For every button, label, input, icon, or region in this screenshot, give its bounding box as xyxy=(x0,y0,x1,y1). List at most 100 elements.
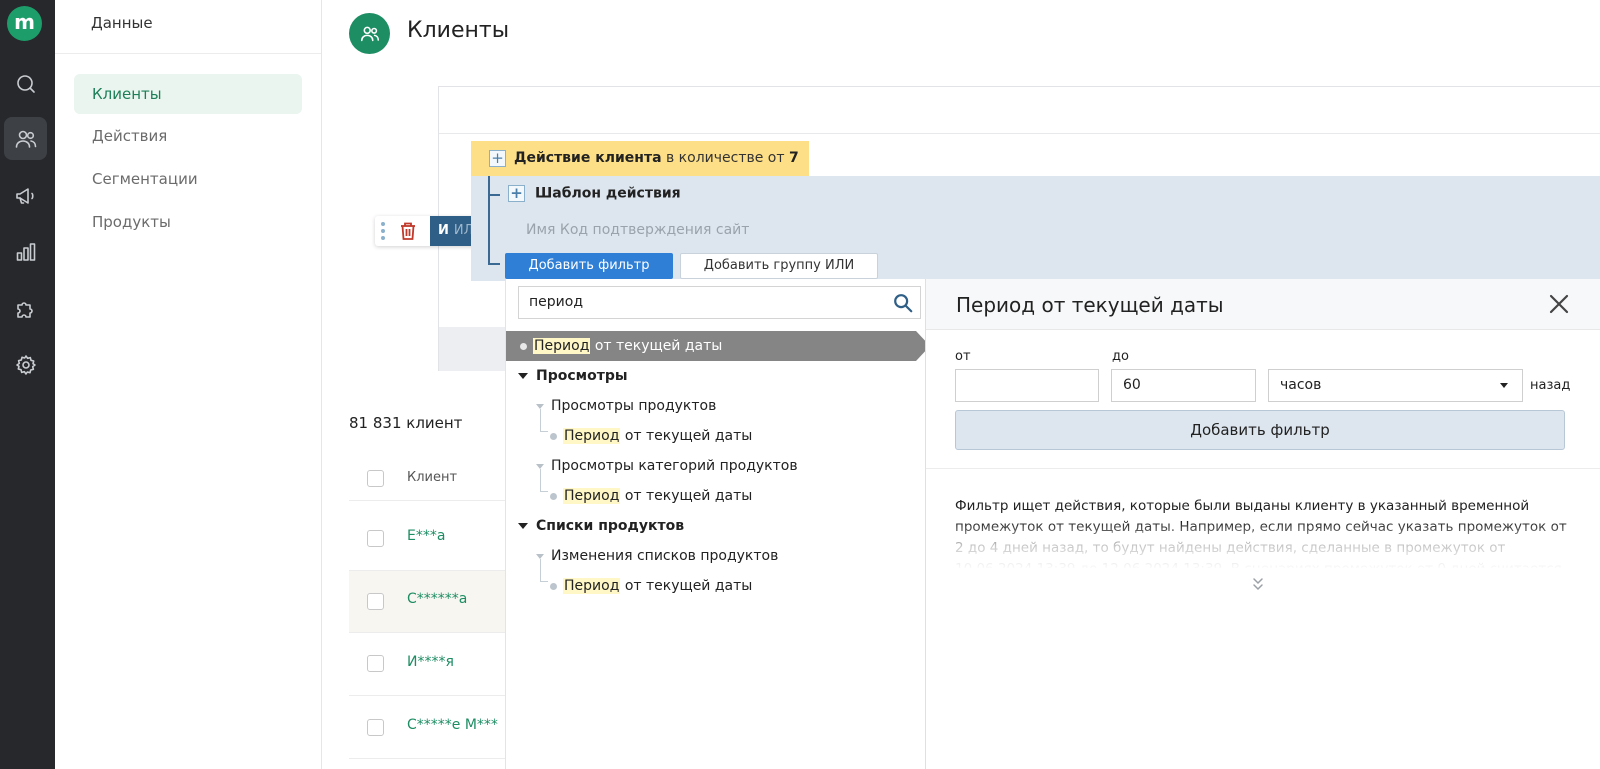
name-code-row: Имя Код подтверждения сайт xyxy=(526,222,750,238)
caret-down-icon xyxy=(518,373,528,379)
trash-icon[interactable] xyxy=(399,221,419,241)
search-query[interactable]: период xyxy=(529,294,583,310)
tree-item-suffix: от текущей даты xyxy=(624,488,753,504)
tree-connector-branch xyxy=(488,263,500,265)
and-option[interactable]: И xyxy=(438,223,449,238)
megaphone-nav-icon[interactable] xyxy=(4,174,47,217)
tree-group-product-lists[interactable]: Списки продуктов xyxy=(506,511,926,541)
detail-title: Период от текущей даты xyxy=(956,293,1224,317)
table-row-client[interactable]: С*****е М*** xyxy=(407,717,498,733)
sidebar-item-actions[interactable]: Действия xyxy=(74,116,302,156)
search-highlight: Период xyxy=(563,488,621,504)
row-divider xyxy=(349,570,509,571)
tree-subgroup-label: Изменения списков продуктов xyxy=(551,548,779,564)
tree-group-label: Списки продуктов xyxy=(536,518,685,534)
condition-title: Действие клиента xyxy=(514,150,662,166)
tree-subgroup-label: Просмотры продуктов xyxy=(551,398,717,414)
search-highlight: Период xyxy=(533,338,591,354)
bullet-icon xyxy=(550,432,557,440)
icon-rail: m xyxy=(0,0,55,769)
search-highlight: Период xyxy=(563,428,621,444)
page-title: Клиенты xyxy=(407,18,510,43)
caret-small-icon xyxy=(536,403,544,409)
caret-down-icon xyxy=(518,523,528,529)
row-checkbox[interactable] xyxy=(367,719,384,736)
row-checkbox[interactable] xyxy=(367,530,384,547)
template-plus-icon[interactable]: + xyxy=(508,185,525,202)
bullet-icon xyxy=(550,492,557,500)
client-count: 81 831 клиент xyxy=(349,414,463,432)
add-or-group-button[interactable]: Добавить группу ИЛИ xyxy=(680,253,878,279)
gear-nav-icon[interactable] xyxy=(4,343,47,386)
search-icon[interactable] xyxy=(892,292,914,314)
row-divider xyxy=(349,632,509,633)
ago-label: назад xyxy=(1530,378,1571,393)
users-nav-icon[interactable] xyxy=(4,117,47,160)
to-label: до xyxy=(1112,349,1129,364)
select-all-checkbox[interactable] xyxy=(367,470,384,487)
row-divider xyxy=(349,500,509,501)
bullet-icon xyxy=(520,342,527,350)
tree-item-suffix: от текущей даты xyxy=(624,428,753,444)
condition-text: в количестве от xyxy=(665,150,785,166)
condition-chip[interactable]: + Действие клиента в количестве от 7 xyxy=(471,141,809,176)
table-row-client[interactable]: И****я xyxy=(407,654,454,670)
column-header-client: Клиент xyxy=(407,470,458,485)
clients-header-icon xyxy=(349,13,390,54)
row-divider xyxy=(349,695,509,696)
template-label: Шаблон действия xyxy=(535,185,681,202)
table-row-client[interactable]: С******а xyxy=(407,591,467,607)
tree-subgroup-list-changes[interactable]: Изменения списков продуктов xyxy=(506,541,926,571)
expand-more-icon[interactable] xyxy=(1250,575,1266,593)
tree-item-period-selected[interactable]: Период от текущей даты xyxy=(506,331,930,361)
description-fade xyxy=(955,522,1570,570)
row-divider xyxy=(349,758,509,759)
tree-subgroup-product-views[interactable]: Просмотры продуктов xyxy=(506,391,926,421)
add-filter-button[interactable]: Добавить фильтр xyxy=(505,253,673,279)
filter-detail-panel: Период от текущей даты от до 60 часов на… xyxy=(925,279,1600,769)
sidebar-item-segmentations[interactable]: Сегментации xyxy=(74,159,302,199)
from-input[interactable] xyxy=(955,369,1099,402)
chart-nav-icon[interactable] xyxy=(4,230,47,273)
tree-item-period[interactable]: Период от текущей даты xyxy=(506,571,926,601)
tree-connector xyxy=(488,176,490,265)
tree-item-period[interactable]: Период от текущей даты xyxy=(506,421,926,451)
sidebar-item-clients[interactable]: Клиенты xyxy=(74,74,302,114)
dropdown-arrow-icon xyxy=(1500,383,1508,388)
builder-top-divider xyxy=(439,133,1600,134)
detail-divider xyxy=(926,468,1600,469)
sidebar-divider xyxy=(55,53,321,54)
tree-group-views[interactable]: Просмотры xyxy=(506,361,926,391)
tree-subgroup-label: Просмотры категорий продуктов xyxy=(551,458,798,474)
unit-select[interactable]: часов xyxy=(1268,369,1523,402)
caret-small-icon xyxy=(536,553,544,559)
row-checkbox[interactable] xyxy=(367,655,384,672)
tree-subgroup-category-views[interactable]: Просмотры категорий продуктов xyxy=(506,451,926,481)
drag-handle-icon[interactable] xyxy=(381,222,385,243)
tree-item-suffix: от текущей даты xyxy=(624,578,753,594)
group-toolbar: И ИЛИ xyxy=(375,216,485,246)
tree-item-suffix: от текущей даты xyxy=(594,338,723,354)
bullet-icon xyxy=(550,582,557,590)
search-highlight: Период xyxy=(563,578,621,594)
app-logo[interactable]: m xyxy=(7,6,42,41)
sidebar-item-products[interactable]: Продукты xyxy=(74,202,302,242)
filter-search-input[interactable]: период xyxy=(518,286,921,319)
tree-connector-branch xyxy=(488,194,500,196)
condition-count: 7 xyxy=(788,150,799,166)
search-nav-icon[interactable] xyxy=(4,62,47,105)
puzzle-nav-icon[interactable] xyxy=(4,287,47,330)
close-icon[interactable] xyxy=(1548,293,1570,315)
expand-plus-icon[interactable]: + xyxy=(489,149,506,167)
template-row[interactable]: + Шаблон действия xyxy=(508,185,681,202)
tree-item-period[interactable]: Период от текущей даты xyxy=(506,481,926,511)
row-checkbox[interactable] xyxy=(367,593,384,610)
sidebar-title: Данные xyxy=(91,14,153,32)
data-sidebar: Данные Клиенты Действия Сегментации Прод… xyxy=(55,0,322,769)
from-label: от xyxy=(955,349,971,364)
unit-select-value: часов xyxy=(1280,377,1322,393)
table-row-client[interactable]: Е***а xyxy=(407,528,445,544)
detail-add-filter-button[interactable]: Добавить фильтр xyxy=(955,410,1565,450)
tree-group-label: Просмотры xyxy=(536,368,628,384)
to-input[interactable]: 60 xyxy=(1111,369,1256,402)
